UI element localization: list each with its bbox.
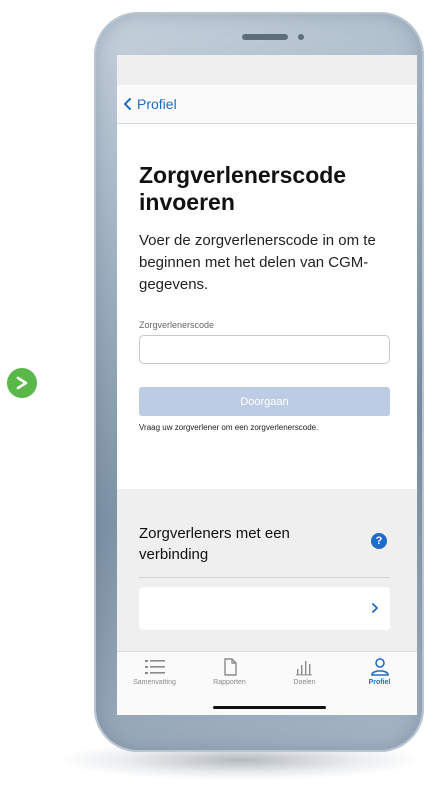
chevron-right-icon <box>372 603 378 613</box>
provider-list-item[interactable] <box>139 587 390 630</box>
person-icon <box>370 658 389 676</box>
code-input[interactable] <box>139 335 390 364</box>
list-icon <box>144 660 165 674</box>
arrow-right-icon <box>16 376 28 390</box>
document-icon <box>223 658 237 676</box>
tab-label: Profiel <box>368 679 391 686</box>
tab-profiel[interactable]: Profiel <box>342 658 417 686</box>
phone-camera <box>298 34 304 40</box>
help-icon[interactable]: ? <box>371 533 387 549</box>
connections-title: Zorgverleners met een verbinding <box>139 525 290 563</box>
connections-header: Zorgverleners met een verbinding ? <box>139 523 390 578</box>
app-screen: Profiel Zorgverlenerscode invoeren Voer … <box>117 55 417 715</box>
page-description: Voer de zorgverlenerscode in om te begin… <box>139 232 376 293</box>
back-button-label: Profiel <box>137 96 177 112</box>
status-bar <box>117 55 417 85</box>
tab-rapporten[interactable]: Rapporten <box>192 658 267 686</box>
code-entry-form: Zorgverlenerscode invoeren Voer de zorgv… <box>117 162 417 432</box>
tab-samenvatting[interactable]: Samenvatting <box>117 658 192 686</box>
tab-label: Samenvatting <box>133 679 176 686</box>
navigation-bar: Profiel <box>117 85 417 124</box>
tab-label: Rapporten <box>213 679 246 686</box>
phone-speaker <box>242 34 288 40</box>
helper-text: Vraag uw zorgverlener om een zorgverlene… <box>139 423 319 432</box>
chevron-left-icon <box>124 98 131 110</box>
bar-chart-icon <box>295 661 312 676</box>
page-title: Zorgverlenerscode invoeren <box>139 162 347 215</box>
home-indicator <box>213 706 326 709</box>
connections-section: Zorgverleners met een verbinding ? <box>117 489 417 651</box>
next-arrow-badge <box>7 368 37 398</box>
continue-button[interactable]: Doorgaan <box>139 387 390 416</box>
tab-doelen[interactable]: Doelen <box>267 658 342 686</box>
back-button[interactable]: Profiel <box>121 96 177 112</box>
tab-label: Doelen <box>293 679 316 686</box>
code-field-label: Zorgverlenerscode <box>139 320 215 330</box>
